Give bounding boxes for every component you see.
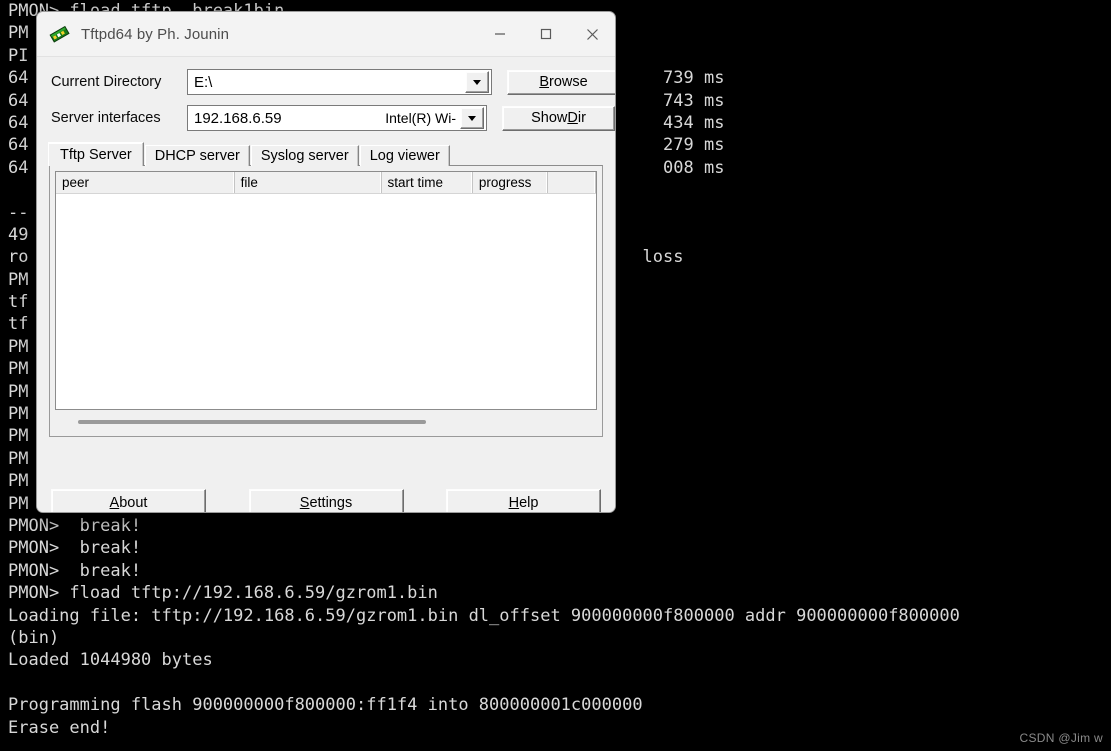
button-label-post: bout bbox=[119, 494, 148, 511]
server-interfaces-label: Server interfaces bbox=[51, 110, 161, 126]
browse-button-accel: B bbox=[539, 74, 549, 90]
maximize-icon[interactable] bbox=[523, 12, 569, 56]
horizontal-scrollbar[interactable] bbox=[56, 416, 596, 430]
button-label-post: elp bbox=[519, 494, 539, 511]
server-interfaces-row: Server interfaces 192.168.6.59 Intel(R) … bbox=[51, 103, 615, 133]
column-header-peer[interactable]: peer bbox=[56, 172, 235, 193]
current-directory-value: E:\ bbox=[194, 73, 213, 91]
button-label-accel: A bbox=[109, 494, 120, 511]
tab-label: Tftp Server bbox=[60, 146, 132, 163]
watermark-text: CSDN @Jim w bbox=[1019, 731, 1103, 745]
tab-log-viewer[interactable]: Log viewer bbox=[359, 145, 450, 166]
tab-bar: Tftp Server DHCP server Syslog server Log v… bbox=[48, 142, 615, 166]
column-header-start-time[interactable]: start time bbox=[381, 172, 473, 193]
column-header-label: progress bbox=[478, 175, 532, 190]
terminal-line: Loaded 1044980 bytes bbox=[8, 650, 213, 671]
chevron-down-icon[interactable] bbox=[460, 107, 484, 129]
chevron-down-icon[interactable] bbox=[465, 71, 489, 93]
column-header-label: start time bbox=[387, 175, 444, 190]
server-interfaces-value: 192.168.6.59 bbox=[194, 109, 282, 127]
transfer-list-body[interactable] bbox=[56, 194, 596, 409]
current-directory-label: Current Directory bbox=[51, 74, 162, 90]
horizontal-scrollbar-thumb[interactable] bbox=[78, 420, 426, 424]
tab-label: DHCP server bbox=[154, 148, 240, 164]
terminal-line: PMON> break! bbox=[8, 515, 142, 536]
window-title: Tftpd64 by Ph. Jounin bbox=[81, 25, 230, 43]
terminal-line: Erase end! bbox=[8, 717, 111, 738]
title-bar[interactable]: Tftpd64 by Ph. Jounin bbox=[37, 12, 615, 57]
close-icon[interactable] bbox=[569, 12, 615, 56]
tab-tftp-server[interactable]: Tftp Server bbox=[48, 142, 144, 166]
terminal-line: PMON> break! bbox=[8, 538, 142, 559]
server-interfaces-adapter: Intel(R) Wi- bbox=[385, 110, 456, 126]
column-header-label: file bbox=[240, 175, 258, 190]
browse-button-post: rowse bbox=[548, 74, 588, 90]
column-header-blank[interactable] bbox=[548, 172, 596, 193]
show-dir-button-pre: Show bbox=[531, 110, 568, 126]
button-label-accel: H bbox=[508, 494, 520, 511]
tftpd64-window: Tftpd64 by Ph. Jounin Current Directory … bbox=[36, 11, 616, 513]
terminal-line: Programming flash 900000000f800000:ff1f4… bbox=[8, 695, 643, 716]
show-dir-button-accel: D bbox=[567, 110, 578, 126]
button-label-accel: S bbox=[299, 494, 310, 511]
transfer-list-panel: peer file start time progress bbox=[49, 165, 603, 437]
tab-label: Syslog server bbox=[260, 148, 349, 164]
show-dir-button[interactable]: Show Dir bbox=[502, 105, 615, 131]
caption-buttons bbox=[477, 12, 615, 56]
server-interfaces-combo[interactable]: 192.168.6.59 Intel(R) Wi- bbox=[187, 105, 487, 131]
column-header-file[interactable]: file bbox=[234, 172, 382, 193]
tftpd64-app-icon bbox=[49, 24, 71, 44]
terminal-line: (bin) bbox=[8, 627, 60, 648]
terminal-line: PMON> break! bbox=[8, 560, 142, 581]
current-directory-combo[interactable]: E:\ bbox=[187, 69, 492, 95]
column-header-label: peer bbox=[62, 175, 90, 190]
transfer-list-header: peer file start time progress bbox=[56, 172, 596, 194]
tab-label: Log viewer bbox=[369, 148, 440, 164]
tab-syslog-server[interactable]: Syslog server bbox=[250, 145, 359, 166]
help-button[interactable]: Help bbox=[446, 489, 601, 512]
minimize-icon[interactable] bbox=[477, 12, 523, 56]
bottom-button-bar: About Settings Help bbox=[37, 489, 615, 512]
button-label-post: ettings bbox=[309, 494, 353, 511]
browse-button[interactable]: Browse bbox=[507, 69, 615, 95]
show-dir-button-post: ir bbox=[577, 110, 586, 126]
about-button[interactable]: About bbox=[51, 489, 206, 512]
tab-dhcp-server[interactable]: DHCP server bbox=[144, 145, 250, 166]
window-client-area: Current Directory E:\ Browse Server inte… bbox=[37, 67, 615, 512]
settings-button[interactable]: Settings bbox=[248, 489, 404, 512]
terminal-line: PMON> fload tftp://192.168.6.59/gzrom1.b… bbox=[8, 583, 438, 604]
transfer-list[interactable]: peer file start time progress bbox=[55, 171, 597, 410]
column-header-progress[interactable]: progress bbox=[472, 172, 549, 193]
terminal-line: Loading file: tftp://192.168.6.59/gzrom1… bbox=[8, 605, 960, 626]
current-directory-row: Current Directory E:\ Browse bbox=[51, 67, 615, 97]
